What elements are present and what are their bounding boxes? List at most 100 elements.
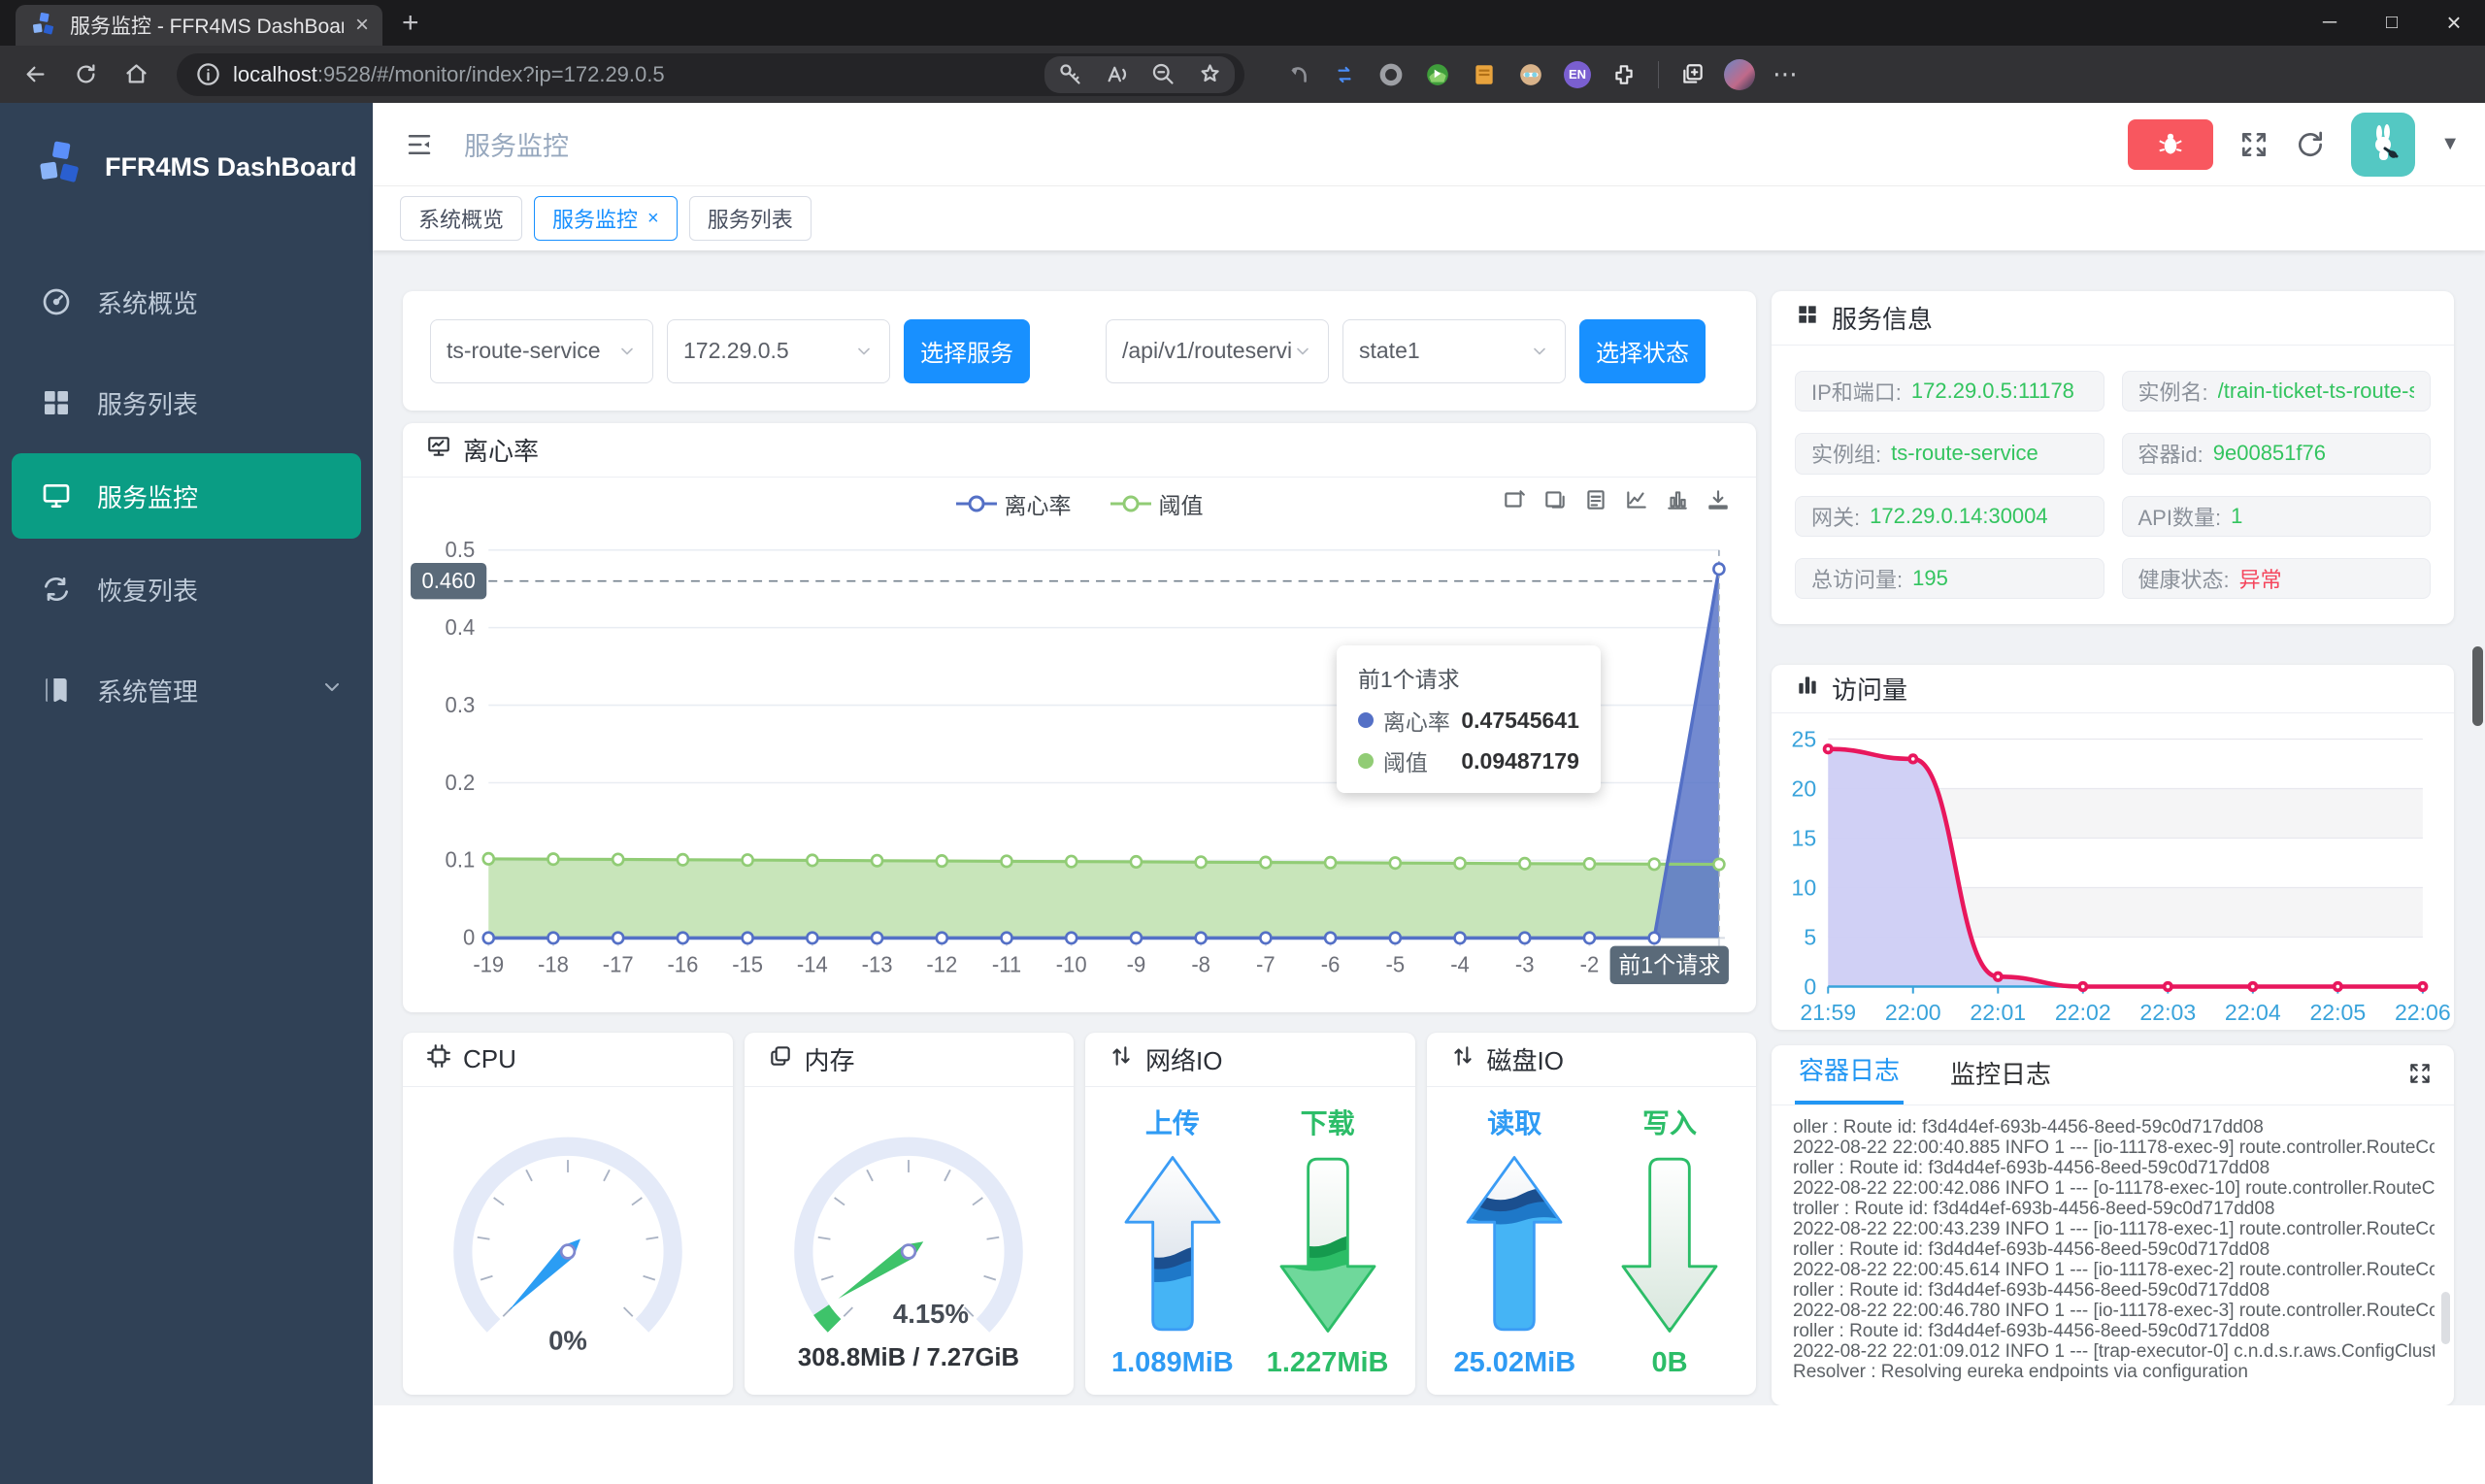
select-3[interactable]: state1	[1342, 318, 1566, 383]
cpu-gauge: 0%	[403, 1087, 733, 1395]
svg-text:0.2: 0.2	[446, 770, 476, 794]
refresh-icon[interactable]	[64, 53, 107, 96]
toolbox-line-chart-icon[interactable]	[1624, 487, 1649, 517]
logs-fullscreen-icon[interactable]	[2407, 1061, 2433, 1091]
svg-text:10: 10	[1792, 874, 1817, 900]
url-text: localhost:9528/#/monitor/index?ip=172.29…	[233, 61, 665, 86]
tag-0[interactable]: 系统概览	[400, 196, 523, 241]
toolbox-restore-icon[interactable]	[1542, 487, 1568, 517]
fullscreen-icon[interactable]	[2238, 129, 2270, 160]
svg-text:25: 25	[1792, 726, 1817, 751]
extensions-puzzle-icon[interactable]	[1604, 54, 1644, 95]
home-icon[interactable]	[115, 53, 157, 96]
svg-text:0: 0	[1804, 973, 1816, 999]
logs-scrollbar-thumb[interactable]	[2441, 1291, 2450, 1344]
sidebar-item-1[interactable]: 服务列表	[0, 352, 373, 453]
browser-tab[interactable]: 服务监控 - FFR4MS DashBoard ×	[16, 5, 382, 46]
tab-close-icon[interactable]: ×	[355, 12, 369, 39]
more-menu-icon[interactable]: ⋯	[1766, 54, 1806, 95]
svg-text:-7: -7	[1256, 952, 1276, 976]
persona-extension-icon[interactable]	[1510, 54, 1551, 95]
window-maximize-button[interactable]: □	[2361, 0, 2423, 46]
legend-item[interactable]: 阈值	[1110, 487, 1204, 520]
svg-text:-11: -11	[992, 952, 1021, 976]
disk-io-card-header: 磁盘IO	[1426, 1033, 1756, 1087]
toolbox-data-view-icon[interactable]	[1583, 487, 1608, 517]
favorite-star-icon[interactable]	[1188, 53, 1231, 96]
sidebar-item-0[interactable]: 系统概览	[0, 251, 373, 352]
visits-chart[interactable]: 0 5 10 15 20 25 21:59 22:00 22:01 22:02 22:03 22:04…	[1772, 713, 2454, 1030]
notes-extension-icon[interactable]	[1464, 54, 1505, 95]
user-avatar[interactable]	[2351, 112, 2416, 177]
tag-close-icon[interactable]: ×	[647, 208, 659, 230]
choose-state-button[interactable]: 选择状态	[1579, 318, 1706, 383]
info-field-0: IP和端口: 172.29.0.5:11178	[1795, 371, 2104, 412]
window-close-button[interactable]: ×	[2423, 0, 2485, 46]
legend-item[interactable]: 离心率	[955, 487, 1072, 520]
site-info-icon[interactable]	[194, 61, 221, 88]
back-icon[interactable]	[14, 53, 56, 96]
updown-arrows-icon	[1109, 1043, 1134, 1075]
new-tab-button[interactable]: +	[402, 7, 419, 40]
translate-en-extension-icon[interactable]: EN	[1557, 54, 1598, 95]
tooltip-row: 阈值 0.09487179	[1357, 744, 1579, 777]
loop-extension-icon[interactable]	[1324, 54, 1365, 95]
ring-extension-icon[interactable]	[1371, 54, 1411, 95]
toolbox-bar-chart-icon[interactable]	[1665, 487, 1690, 517]
tab-monitor-logs[interactable]: 监控日志	[1946, 1055, 2055, 1105]
svg-text:-4: -4	[1450, 952, 1470, 976]
tag-1[interactable]: 服务监控 ×	[534, 196, 678, 241]
window-minimize-button[interactable]: ─	[2299, 0, 2361, 46]
svg-text:-3: -3	[1515, 952, 1535, 976]
log-line: 2022-08-22 22:00:42.086 INFO 1 --- [o-11…	[1793, 1178, 2435, 1200]
app-navbar: 服务监控 ▼	[373, 103, 2485, 186]
undo-icon[interactable]	[1277, 54, 1318, 95]
svg-text:-2: -2	[1580, 952, 1600, 976]
log-line: 2022-08-22 22:00:45.614 INFO 1 --- [io-1…	[1793, 1260, 2435, 1281]
zoom-out-icon[interactable]	[1142, 53, 1184, 96]
select-0[interactable]: ts-route-service	[430, 318, 653, 383]
tab-container-logs[interactable]: 容器日志	[1795, 1051, 1905, 1105]
info-field-3: 容器id: 9e00851f76	[2121, 433, 2431, 475]
svg-text:-14: -14	[797, 952, 828, 976]
password-key-icon[interactable]	[1048, 53, 1091, 96]
updown-arrows-icon	[1450, 1043, 1475, 1075]
idm-extension-icon[interactable]	[1417, 54, 1458, 95]
network-io-body: 上传 1.089MiB 下载 1.227MiB	[1085, 1087, 1415, 1395]
grid-icon	[41, 387, 72, 418]
tag-2[interactable]: 服务列表	[688, 196, 812, 241]
sidebar-item-4[interactable]: 系统管理	[0, 640, 373, 741]
page-refresh-icon[interactable]	[2295, 129, 2326, 160]
logs-body[interactable]: oller : Route id: f3d4d4ef-693b-4456-8ee…	[1772, 1105, 2454, 1405]
toolbox-download-icon[interactable]	[1706, 487, 1731, 517]
io-disk-up-column: 读取 25.02MiB	[1453, 1103, 1575, 1387]
io-value: 1.227MiB	[1266, 1347, 1389, 1378]
svg-text:-10: -10	[1056, 952, 1087, 976]
choose-service-button[interactable]: 选择服务	[904, 318, 1030, 383]
cpu-chip-icon	[426, 1043, 451, 1075]
io-network-down-column: 下载 1.227MiB	[1267, 1103, 1389, 1387]
svg-text:308.8MiB / 7.27GiB: 308.8MiB / 7.27GiB	[798, 1344, 1019, 1371]
avatar-caret-icon[interactable]: ▼	[2440, 133, 2460, 155]
sidebar-menu: 系统概览 服务列表 服务监控 恢复列表 系统管理	[0, 251, 373, 741]
collections-icon[interactable]	[1673, 54, 1713, 95]
eccentricity-chart[interactable]: 0 0.1 0.2 0.3 0.4 0.5 -19 -18 -17 -16 -15 -14 -13 -12…	[403, 530, 1756, 1012]
log-line: 2022-08-22 22:01:09.012 INFO 1 --- [trap…	[1793, 1341, 2435, 1363]
sidebar-item-2[interactable]: 服务监控	[12, 453, 361, 539]
page-scrollbar-thumb[interactable]	[2472, 646, 2483, 726]
select-2[interactable]: /api/v1/routeservic	[1106, 318, 1329, 383]
toolbox-area-zoom-icon[interactable]	[1502, 487, 1527, 517]
url-bar[interactable]: localhost:9528/#/monitor/index?ip=172.29…	[177, 52, 1244, 96]
read-aloud-icon[interactable]	[1095, 53, 1138, 96]
log-line: Resolver : Resolving eureka endpoints vi…	[1793, 1362, 2248, 1383]
sidebar-item-label: 恢复列表	[97, 576, 199, 606]
memory-icon	[768, 1043, 793, 1075]
sidebar-item-label: 系统管理	[97, 676, 199, 707]
monitor-icon	[41, 480, 72, 511]
bug-report-button[interactable]	[2128, 118, 2214, 170]
select-1[interactable]: 172.29.0.5	[667, 318, 890, 383]
profile-avatar[interactable]	[1719, 54, 1760, 95]
log-line: troller : Route id: f3d4d4ef-693b-4456-8…	[1793, 1199, 2275, 1220]
hamburger-icon[interactable]	[398, 123, 441, 166]
sidebar-item-3[interactable]: 恢复列表	[0, 539, 373, 640]
